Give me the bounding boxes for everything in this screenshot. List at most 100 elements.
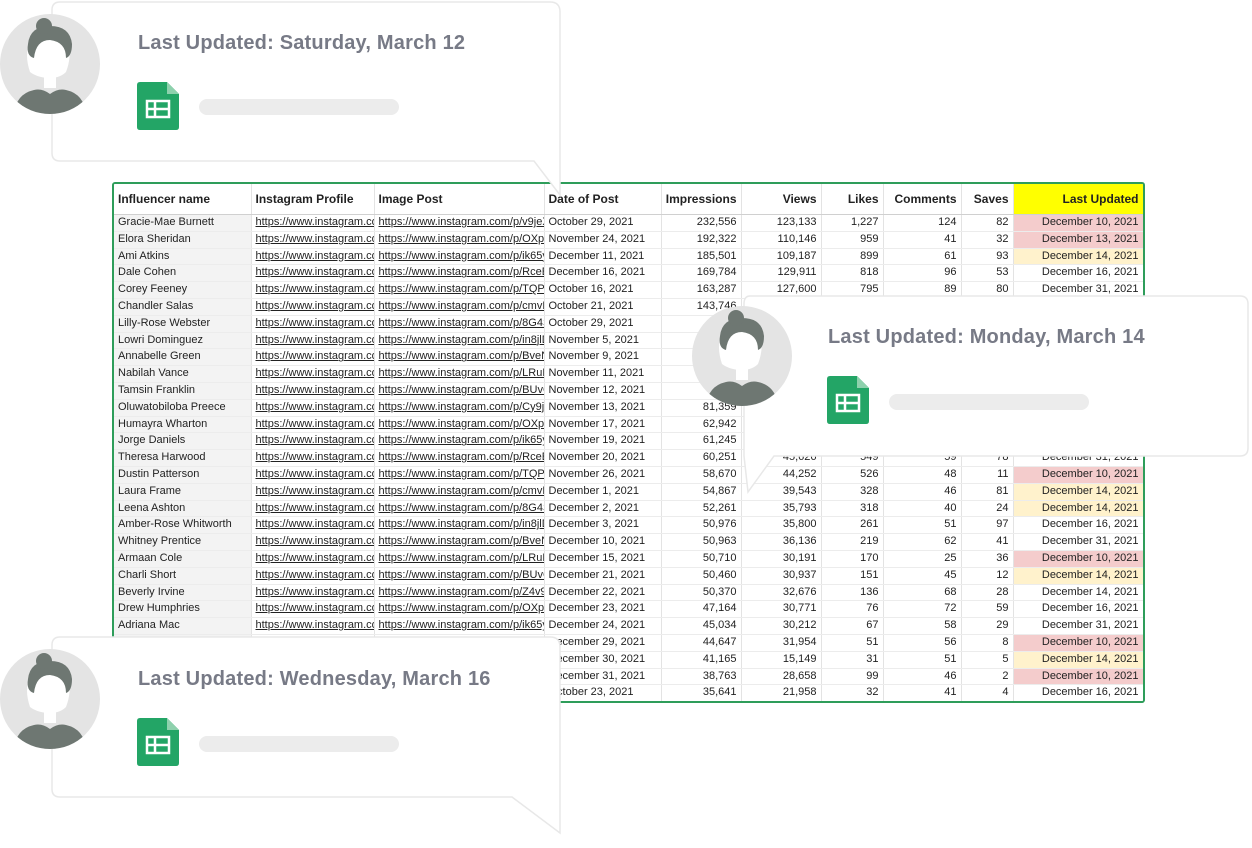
cell-date-of-post[interactable]: November 12, 2021 xyxy=(544,382,662,400)
cell-date-of-post[interactable]: December 1, 2021 xyxy=(544,483,662,501)
cell-last-updated[interactable]: December 10, 2021 xyxy=(1013,634,1143,652)
cell-likes[interactable]: 899 xyxy=(821,248,884,266)
cell-influencer-name[interactable]: Corey Feeney xyxy=(114,281,252,299)
cell-views[interactable]: 30,771 xyxy=(741,600,822,619)
cell-influencer-name[interactable]: Ami Atkins xyxy=(114,248,252,266)
cell-influencer-name[interactable]: Annabelle Green xyxy=(114,348,252,367)
cell-saves[interactable]: 29 xyxy=(961,617,1014,635)
cell-likes[interactable]: 318 xyxy=(821,500,884,518)
cell-last-updated[interactable]: December 16, 2021 xyxy=(1013,516,1143,535)
column-header-comments[interactable]: Comments xyxy=(883,184,962,215)
cell-impressions[interactable]: 50,370 xyxy=(661,584,742,602)
cell-date-of-post[interactable]: December 22, 2021 xyxy=(544,584,662,602)
cell-comments[interactable]: 68 xyxy=(883,584,962,602)
cell-saves[interactable]: 12 xyxy=(961,567,1014,585)
cell-views[interactable]: 15,149 xyxy=(741,651,822,669)
cell-influencer-name[interactable]: Lilly-Rose Webster xyxy=(114,315,252,333)
cell-views[interactable]: 129,911 xyxy=(741,264,822,283)
cell-views[interactable]: 30,191 xyxy=(741,550,822,568)
cell-influencer-name[interactable]: Charli Short xyxy=(114,567,252,585)
cell-last-updated[interactable]: December 14, 2021 xyxy=(1013,651,1143,669)
cell-date-of-post[interactable]: December 10, 2021 xyxy=(544,533,662,551)
cell-impressions[interactable]: 169,784 xyxy=(661,264,742,283)
cell-influencer-name[interactable]: Amber-Rose Whitworth xyxy=(114,516,252,535)
cell-image-post-link[interactable]: https://www.instagram.com/p/Z4v9j xyxy=(374,584,545,602)
cell-comments[interactable]: 61 xyxy=(883,248,962,266)
column-header-likes[interactable]: Likes xyxy=(821,184,884,215)
cell-instagram-profile-link[interactable]: https://www.instagram.com/ xyxy=(251,449,375,467)
cell-image-post-link[interactable]: https://www.instagram.com/p/8G4S xyxy=(374,315,545,333)
cell-likes[interactable]: 136 xyxy=(821,584,884,602)
cell-likes[interactable]: 31 xyxy=(821,651,884,669)
cell-last-updated[interactable]: December 14, 2021 xyxy=(1013,248,1143,266)
cell-likes[interactable]: 67 xyxy=(821,617,884,635)
cell-image-post-link[interactable]: https://www.instagram.com/p/RceE xyxy=(374,264,545,283)
cell-date-of-post[interactable]: December 21, 2021 xyxy=(544,567,662,585)
cell-likes[interactable]: 151 xyxy=(821,567,884,585)
cell-influencer-name[interactable]: Whitney Prentice xyxy=(114,533,252,551)
cell-saves[interactable]: 28 xyxy=(961,584,1014,602)
cell-saves[interactable]: 24 xyxy=(961,500,1014,518)
cell-likes[interactable]: 818 xyxy=(821,264,884,283)
cell-instagram-profile-link[interactable]: https://www.instagram.com/ xyxy=(251,332,375,350)
cell-comments[interactable]: 96 xyxy=(883,264,962,283)
cell-image-post-link[interactable]: https://www.instagram.com/p/TQP2 xyxy=(374,281,545,299)
cell-saves[interactable]: 4 xyxy=(961,684,1014,701)
cell-comments[interactable]: 41 xyxy=(883,684,962,701)
cell-last-updated[interactable]: December 16, 2021 xyxy=(1013,600,1143,619)
cell-impressions[interactable]: 45,034 xyxy=(661,617,742,635)
google-sheets-icon[interactable] xyxy=(137,718,179,766)
cell-views[interactable]: 36,136 xyxy=(741,533,822,551)
cell-influencer-name[interactable]: Dale Cohen xyxy=(114,264,252,283)
cell-saves[interactable]: 2 xyxy=(961,668,1014,686)
google-sheets-icon[interactable] xyxy=(137,82,179,130)
cell-saves[interactable]: 93 xyxy=(961,248,1014,266)
cell-likes[interactable]: 219 xyxy=(821,533,884,551)
cell-influencer-name[interactable]: Beverly Irvine xyxy=(114,584,252,602)
cell-image-post-link[interactable]: https://www.instagram.com/p/in8jlD xyxy=(374,516,545,535)
cell-image-post-link[interactable]: https://www.instagram.com/p/ik65y xyxy=(374,248,545,266)
cell-likes[interactable]: 959 xyxy=(821,231,884,249)
cell-image-post-link[interactable]: https://www.instagram.com/p/BUvC xyxy=(374,382,545,400)
cell-date-of-post[interactable]: December 15, 2021 xyxy=(544,550,662,568)
cell-image-post-link[interactable]: https://www.instagram.com/p/BveN xyxy=(374,348,545,367)
cell-influencer-name[interactable]: Dustin Patterson xyxy=(114,466,252,484)
cell-instagram-profile-link[interactable]: https://www.instagram.com/ xyxy=(251,248,375,266)
cell-image-post-link[interactable]: https://www.instagram.com/p/OXpn xyxy=(374,231,545,249)
cell-instagram-profile-link[interactable]: https://www.instagram.com/ xyxy=(251,365,375,383)
cell-instagram-profile-link[interactable]: https://www.instagram.com/ xyxy=(251,298,375,316)
cell-comments[interactable]: 40 xyxy=(883,500,962,518)
cell-date-of-post[interactable]: November 9, 2021 xyxy=(544,348,662,367)
cell-image-post-link[interactable]: https://www.instagram.com/p/BveN xyxy=(374,533,545,551)
cell-influencer-name[interactable]: Laura Frame xyxy=(114,483,252,501)
cell-last-updated[interactable]: December 16, 2021 xyxy=(1013,264,1143,283)
cell-impressions[interactable]: 50,460 xyxy=(661,567,742,585)
cell-instagram-profile-link[interactable]: https://www.instagram.com/ xyxy=(251,264,375,283)
cell-comments[interactable]: 62 xyxy=(883,533,962,551)
cell-instagram-profile-link[interactable]: https://www.instagram.com/ xyxy=(251,315,375,333)
cell-image-post-link[interactable]: https://www.instagram.com/p/cmvR xyxy=(374,483,545,501)
cell-date-of-post[interactable]: November 24, 2021 xyxy=(544,231,662,249)
cell-comments[interactable]: 72 xyxy=(883,600,962,619)
cell-image-post-link[interactable]: https://www.instagram.com/p/ik65y xyxy=(374,617,545,635)
cell-date-of-post[interactable]: December 2, 2021 xyxy=(544,500,662,518)
cell-date-of-post[interactable]: November 19, 2021 xyxy=(544,432,662,451)
cell-impressions[interactable]: 47,164 xyxy=(661,600,742,619)
cell-instagram-profile-link[interactable]: https://www.instagram.com/ xyxy=(251,567,375,585)
cell-influencer-name[interactable]: Theresa Harwood xyxy=(114,449,252,467)
cell-comments[interactable]: 124 xyxy=(883,214,962,232)
cell-likes[interactable]: 99 xyxy=(821,668,884,686)
column-header-impressions[interactable]: Impressions xyxy=(661,184,742,215)
cell-date-of-post[interactable]: November 5, 2021 xyxy=(544,332,662,350)
cell-influencer-name[interactable]: Jorge Daniels xyxy=(114,432,252,451)
cell-date-of-post[interactable]: November 11, 2021 xyxy=(544,365,662,383)
cell-views[interactable]: 109,187 xyxy=(741,248,822,266)
cell-impressions[interactable]: 41,165 xyxy=(661,651,742,669)
cell-instagram-profile-link[interactable]: https://www.instagram.com/ xyxy=(251,516,375,535)
cell-date-of-post[interactable]: October 16, 2021 xyxy=(544,281,662,299)
cell-image-post-link[interactable]: https://www.instagram.com/p/in8jlD xyxy=(374,332,545,350)
cell-instagram-profile-link[interactable]: https://www.instagram.com/ xyxy=(251,432,375,451)
cell-image-post-link[interactable]: https://www.instagram.com/p/OXpn xyxy=(374,600,545,619)
cell-instagram-profile-link[interactable]: https://www.instagram.com/ xyxy=(251,500,375,518)
cell-likes[interactable]: 261 xyxy=(821,516,884,535)
